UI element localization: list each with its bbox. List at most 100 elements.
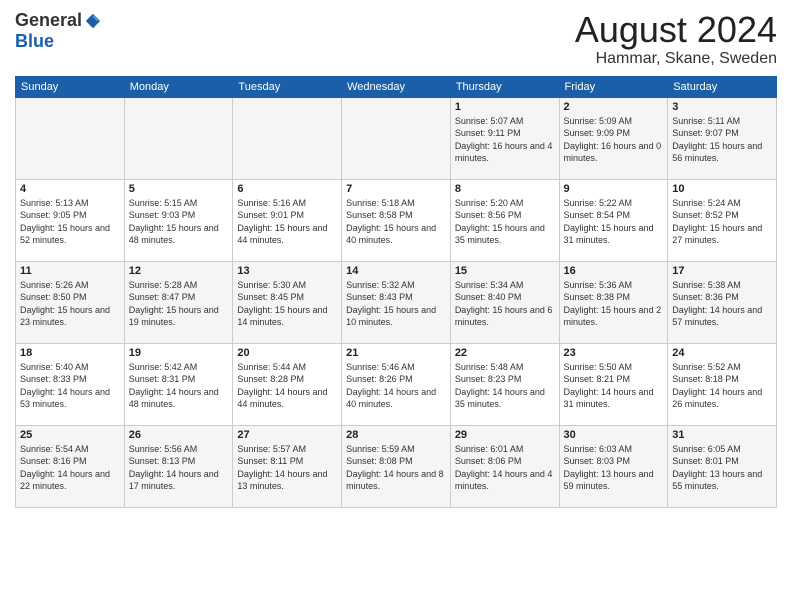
calendar-week-4: 18 Sunrise: 5:40 AMSunset: 8:33 PMDayligh… bbox=[16, 343, 777, 425]
day-number: 31 bbox=[672, 429, 772, 441]
calendar-cell-1-1: 5 Sunrise: 5:15 AMSunset: 9:03 PMDaylight… bbox=[124, 179, 233, 261]
day-number: 27 bbox=[237, 429, 337, 441]
header-thursday: Thursday bbox=[450, 76, 559, 97]
day-info: Sunrise: 5:57 AMSunset: 8:11 PMDaylight:… bbox=[237, 443, 337, 493]
calendar-cell-0-1 bbox=[124, 97, 233, 179]
day-number: 24 bbox=[672, 347, 772, 359]
day-info: Sunrise: 5:24 AMSunset: 8:52 PMDaylight:… bbox=[672, 197, 772, 247]
calendar-cell-3-2: 20Sunrise: 5:44 AMSunset: 8:28 PMDayligh… bbox=[233, 343, 342, 425]
day-number: 14 bbox=[346, 265, 446, 277]
header-saturday: Saturday bbox=[668, 76, 777, 97]
day-number: 21 bbox=[346, 347, 446, 359]
calendar-cell-4-6: 31 Sunrise: 6:05 AMSunset: 8:01 PMDayligh… bbox=[668, 425, 777, 507]
day-number: 16 bbox=[564, 265, 664, 277]
day-number: 25 bbox=[20, 429, 120, 441]
calendar-cell-2-1: 12 Sunrise: 5:28 AMSunset: 8:47 PMDayligh… bbox=[124, 261, 233, 343]
logo: General Blue bbox=[15, 10, 102, 52]
logo-blue: Blue bbox=[15, 31, 54, 52]
day-info: Sunrise: 5:50 AMSunset: 8:21 PMDaylight:… bbox=[564, 361, 664, 411]
day-number: 12 bbox=[129, 265, 229, 277]
day-info: Sunrise: 5:18 AMSunset: 8:58 PMDaylight:… bbox=[346, 197, 446, 247]
calendar-cell-4-5: 30 Sunrise: 6:03 AMSunset: 8:03 PMDayligh… bbox=[559, 425, 668, 507]
day-info: Sunrise: 5:07 AMSunset: 9:11 PMDaylight:… bbox=[455, 115, 555, 165]
day-info: Sunrise: 5:40 AMSunset: 8:33 PMDaylight:… bbox=[20, 361, 120, 411]
day-info: Sunrise: 5:36 AMSunset: 8:38 PMDaylight:… bbox=[564, 279, 664, 329]
calendar-cell-3-3: 21 Sunrise: 5:46 AMSunset: 8:26 PMDayligh… bbox=[342, 343, 451, 425]
day-number: 10 bbox=[672, 183, 772, 195]
calendar-cell-2-4: 15Sunrise: 5:34 AMSunset: 8:40 PMDayligh… bbox=[450, 261, 559, 343]
calendar-cell-3-4: 22Sunrise: 5:48 AMSunset: 8:23 PMDayligh… bbox=[450, 343, 559, 425]
day-info: Sunrise: 5:28 AMSunset: 8:47 PMDaylight:… bbox=[129, 279, 229, 329]
header: General Blue August 2024 Hammar, Skane, … bbox=[15, 10, 777, 68]
calendar-table: Sunday Monday Tuesday Wednesday Thursday… bbox=[15, 76, 777, 508]
calendar-cell-3-5: 23Sunrise: 5:50 AMSunset: 8:21 PMDayligh… bbox=[559, 343, 668, 425]
title-section: August 2024 Hammar, Skane, Sweden bbox=[575, 10, 777, 68]
calendar-cell-1-6: 10 Sunrise: 5:24 AMSunset: 8:52 PMDayligh… bbox=[668, 179, 777, 261]
header-wednesday: Wednesday bbox=[342, 76, 451, 97]
calendar-cell-1-0: 4Sunrise: 5:13 AMSunset: 9:05 PMDaylight… bbox=[16, 179, 125, 261]
calendar-cell-3-6: 24Sunrise: 5:52 AMSunset: 8:18 PMDayligh… bbox=[668, 343, 777, 425]
calendar-cell-0-0 bbox=[16, 97, 125, 179]
day-info: Sunrise: 5:11 AMSunset: 9:07 PMDaylight:… bbox=[672, 115, 772, 165]
calendar-cell-1-4: 8Sunrise: 5:20 AMSunset: 8:56 PMDaylight… bbox=[450, 179, 559, 261]
day-info: Sunrise: 5:54 AMSunset: 8:16 PMDaylight:… bbox=[20, 443, 120, 493]
day-info: Sunrise: 5:32 AMSunset: 8:43 PMDaylight:… bbox=[346, 279, 446, 329]
day-number: 3 bbox=[672, 101, 772, 113]
calendar-header-row: Sunday Monday Tuesday Wednesday Thursday… bbox=[16, 76, 777, 97]
day-info: Sunrise: 5:26 AMSunset: 8:50 PMDaylight:… bbox=[20, 279, 120, 329]
logo-general: General bbox=[15, 10, 82, 31]
day-number: 11 bbox=[20, 265, 120, 277]
calendar-cell-2-6: 17Sunrise: 5:38 AMSunset: 8:36 PMDayligh… bbox=[668, 261, 777, 343]
calendar-cell-4-3: 28Sunrise: 5:59 AMSunset: 8:08 PMDayligh… bbox=[342, 425, 451, 507]
calendar-cell-0-4: 1 Sunrise: 5:07 AMSunset: 9:11 PMDaylight… bbox=[450, 97, 559, 179]
day-number: 6 bbox=[237, 183, 337, 195]
day-number: 1 bbox=[455, 101, 555, 113]
day-info: Sunrise: 5:46 AMSunset: 8:26 PMDaylight:… bbox=[346, 361, 446, 411]
calendar-cell-4-1: 26 Sunrise: 5:56 AMSunset: 8:13 PMDayligh… bbox=[124, 425, 233, 507]
day-number: 2 bbox=[564, 101, 664, 113]
calendar-cell-2-0: 11 Sunrise: 5:26 AMSunset: 8:50 PMDayligh… bbox=[16, 261, 125, 343]
day-number: 29 bbox=[455, 429, 555, 441]
day-number: 30 bbox=[564, 429, 664, 441]
day-info: Sunrise: 5:56 AMSunset: 8:13 PMDaylight:… bbox=[129, 443, 229, 493]
calendar-cell-2-3: 14 Sunrise: 5:32 AMSunset: 8:43 PMDayligh… bbox=[342, 261, 451, 343]
day-number: 9 bbox=[564, 183, 664, 195]
calendar-week-2: 4Sunrise: 5:13 AMSunset: 9:05 PMDaylight… bbox=[16, 179, 777, 261]
day-number: 26 bbox=[129, 429, 229, 441]
day-info: Sunrise: 5:09 AMSunset: 9:09 PMDaylight:… bbox=[564, 115, 664, 165]
day-number: 5 bbox=[129, 183, 229, 195]
calendar-cell-3-1: 19 Sunrise: 5:42 AMSunset: 8:31 PMDayligh… bbox=[124, 343, 233, 425]
calendar-week-1: 1 Sunrise: 5:07 AMSunset: 9:11 PMDaylight… bbox=[16, 97, 777, 179]
calendar-cell-1-5: 9 Sunrise: 5:22 AMSunset: 8:54 PMDaylight… bbox=[559, 179, 668, 261]
calendar-cell-4-4: 29 Sunrise: 6:01 AMSunset: 8:06 PMDayligh… bbox=[450, 425, 559, 507]
page: General Blue August 2024 Hammar, Skane, … bbox=[0, 0, 792, 612]
day-number: 18 bbox=[20, 347, 120, 359]
calendar-cell-0-6: 3 Sunrise: 5:11 AMSunset: 9:07 PMDaylight… bbox=[668, 97, 777, 179]
calendar-cell-4-2: 27 Sunrise: 5:57 AMSunset: 8:11 PMDayligh… bbox=[233, 425, 342, 507]
day-number: 8 bbox=[455, 183, 555, 195]
logo-icon bbox=[84, 12, 102, 30]
day-info: Sunrise: 5:44 AMSunset: 8:28 PMDaylight:… bbox=[237, 361, 337, 411]
day-number: 7 bbox=[346, 183, 446, 195]
day-info: Sunrise: 5:30 AMSunset: 8:45 PMDaylight:… bbox=[237, 279, 337, 329]
day-number: 17 bbox=[672, 265, 772, 277]
header-friday: Friday bbox=[559, 76, 668, 97]
month-title: August 2024 bbox=[575, 10, 777, 50]
calendar-cell-2-2: 13 Sunrise: 5:30 AMSunset: 8:45 PMDayligh… bbox=[233, 261, 342, 343]
day-info: Sunrise: 5:42 AMSunset: 8:31 PMDaylight:… bbox=[129, 361, 229, 411]
calendar-cell-3-0: 18 Sunrise: 5:40 AMSunset: 8:33 PMDayligh… bbox=[16, 343, 125, 425]
day-info: Sunrise: 6:05 AMSunset: 8:01 PMDaylight:… bbox=[672, 443, 772, 493]
day-info: Sunrise: 6:01 AMSunset: 8:06 PMDaylight:… bbox=[455, 443, 555, 493]
calendar-week-3: 11 Sunrise: 5:26 AMSunset: 8:50 PMDayligh… bbox=[16, 261, 777, 343]
day-number: 13 bbox=[237, 265, 337, 277]
day-info: Sunrise: 5:16 AMSunset: 9:01 PMDaylight:… bbox=[237, 197, 337, 247]
day-info: Sunrise: 5:22 AMSunset: 8:54 PMDaylight:… bbox=[564, 197, 664, 247]
calendar-cell-0-3 bbox=[342, 97, 451, 179]
calendar-week-5: 25 Sunrise: 5:54 AMSunset: 8:16 PMDayligh… bbox=[16, 425, 777, 507]
day-number: 19 bbox=[129, 347, 229, 359]
header-sunday: Sunday bbox=[16, 76, 125, 97]
day-info: Sunrise: 6:03 AMSunset: 8:03 PMDaylight:… bbox=[564, 443, 664, 493]
day-info: Sunrise: 5:15 AMSunset: 9:03 PMDaylight:… bbox=[129, 197, 229, 247]
header-tuesday: Tuesday bbox=[233, 76, 342, 97]
day-info: Sunrise: 5:13 AMSunset: 9:05 PMDaylight:… bbox=[20, 197, 120, 247]
